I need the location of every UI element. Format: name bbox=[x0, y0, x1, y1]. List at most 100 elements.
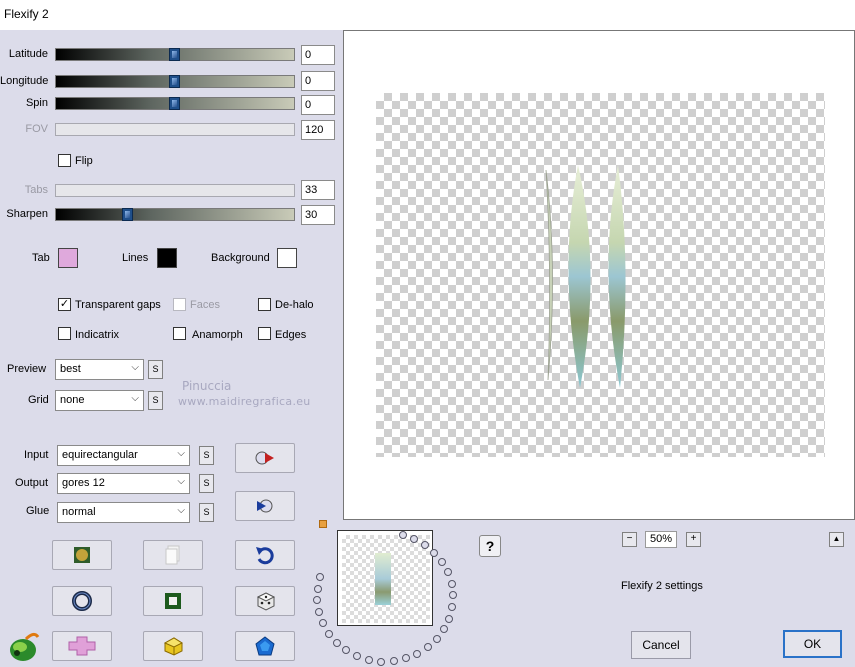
sharpen-slider[interactable] bbox=[55, 208, 295, 221]
rotation-dial-dot[interactable] bbox=[314, 608, 323, 617]
transparent-gaps-checkbox[interactable]: ✓ bbox=[58, 298, 71, 311]
sharpen-value[interactable]: 30 bbox=[301, 205, 335, 225]
rotation-dial-dot[interactable] bbox=[448, 591, 457, 600]
cancel-button[interactable]: Cancel bbox=[631, 631, 691, 659]
rotation-dial-dot[interactable] bbox=[342, 646, 351, 655]
preview-s-button[interactable]: S bbox=[148, 360, 163, 379]
output-select[interactable]: gores 12 ⌵ bbox=[57, 473, 190, 494]
spin-slider-thumb[interactable] bbox=[169, 97, 180, 110]
rotation-dial-dot[interactable] bbox=[420, 540, 429, 549]
rotation-dial-dot[interactable] bbox=[447, 579, 456, 588]
longitude-value[interactable]: 0 bbox=[301, 71, 335, 91]
load-image-button[interactable] bbox=[52, 540, 112, 570]
rotation-dial-dot[interactable] bbox=[413, 649, 422, 658]
chevron-down-icon: ⌵ bbox=[131, 393, 139, 404]
frame-button[interactable] bbox=[143, 586, 203, 616]
input-label: Input bbox=[24, 449, 49, 461]
rotation-dial-dot[interactable] bbox=[448, 603, 457, 612]
ring-button[interactable] bbox=[52, 586, 112, 616]
navigator-handle-icon[interactable] bbox=[319, 520, 327, 528]
rotation-dial-dot[interactable] bbox=[318, 619, 327, 628]
edges-checkbox[interactable] bbox=[258, 327, 271, 340]
preview-select[interactable]: best ⌵ bbox=[55, 359, 144, 380]
rotation-dial-dot[interactable] bbox=[443, 568, 452, 577]
collapse-button[interactable]: ▲ bbox=[829, 532, 844, 547]
navigator-thumbnail[interactable] bbox=[337, 530, 433, 626]
rotation-dial-dot[interactable] bbox=[353, 652, 362, 660]
rotation-dial-dot[interactable] bbox=[438, 557, 447, 566]
window-title: Flexify 2 bbox=[4, 7, 49, 21]
polyhedron-button[interactable] bbox=[235, 631, 295, 661]
rotation-dial-dot[interactable] bbox=[432, 634, 441, 643]
latitude-slider[interactable] bbox=[55, 48, 295, 61]
chevron-down-icon: ⌵ bbox=[177, 505, 185, 516]
fov-value[interactable]: 120 bbox=[301, 120, 335, 140]
rotation-dial-dot[interactable] bbox=[389, 657, 398, 666]
sharpen-slider-thumb[interactable] bbox=[122, 208, 133, 221]
tab-color-swatch[interactable] bbox=[58, 248, 78, 268]
flaming-pear-logo-icon bbox=[6, 629, 40, 666]
input-to-output-button[interactable] bbox=[235, 443, 295, 473]
copy-button[interactable] bbox=[143, 540, 203, 570]
fov-slider[interactable] bbox=[55, 123, 295, 136]
chevron-down-icon: ⌵ bbox=[177, 476, 185, 487]
latitude-slider-thumb[interactable] bbox=[169, 48, 180, 61]
rotation-dial-dot[interactable] bbox=[365, 655, 374, 664]
rotation-dial-dot[interactable] bbox=[445, 614, 454, 623]
input-s-button[interactable]: S bbox=[199, 446, 214, 465]
chevron-down-icon: ⌵ bbox=[131, 362, 139, 373]
rotation-dial-dot[interactable] bbox=[313, 596, 322, 605]
rotation-dial-dot[interactable] bbox=[313, 584, 322, 593]
anamorph-checkbox[interactable] bbox=[173, 327, 186, 340]
copy-icon bbox=[165, 545, 180, 565]
spin-value[interactable]: 0 bbox=[301, 95, 335, 115]
help-button[interactable]: ? bbox=[479, 535, 501, 557]
flip-checkbox[interactable] bbox=[58, 154, 71, 167]
tabs-value[interactable]: 33 bbox=[301, 180, 335, 200]
rotation-dial-dot[interactable] bbox=[410, 534, 419, 543]
dice-icon bbox=[256, 592, 276, 611]
longitude-slider[interactable] bbox=[55, 75, 295, 88]
rotation-dial-dot[interactable] bbox=[332, 638, 341, 647]
cube-button[interactable] bbox=[143, 631, 203, 661]
faces-label: Faces bbox=[190, 299, 220, 311]
output-s-button[interactable]: S bbox=[199, 474, 214, 493]
glue-s-button[interactable]: S bbox=[199, 503, 214, 522]
input-select[interactable]: equirectangular ⌵ bbox=[57, 445, 190, 466]
preview-label: Preview bbox=[7, 363, 47, 375]
lines-color-swatch[interactable] bbox=[157, 248, 177, 268]
rotation-dial-dot[interactable] bbox=[430, 548, 439, 557]
tab-color-label: Tab bbox=[32, 252, 50, 264]
preview-select-value: best bbox=[60, 363, 81, 375]
flip-label: Flip bbox=[75, 155, 93, 167]
ok-button[interactable]: OK bbox=[783, 630, 842, 658]
spin-slider[interactable] bbox=[55, 97, 295, 110]
random-button[interactable] bbox=[235, 586, 295, 616]
grid-select[interactable]: none ⌵ bbox=[55, 390, 144, 411]
longitude-slider-thumb[interactable] bbox=[169, 75, 180, 88]
glue-select[interactable]: normal ⌵ bbox=[57, 502, 190, 523]
sharpen-label: Sharpen bbox=[6, 208, 48, 220]
rotation-dial-dot[interactable] bbox=[398, 530, 407, 539]
longitude-label: Longitude bbox=[0, 75, 49, 87]
rotation-dial-dot[interactable] bbox=[324, 629, 333, 638]
latitude-value[interactable]: 0 bbox=[301, 45, 335, 65]
grid-s-button[interactable]: S bbox=[148, 391, 163, 410]
background-color-swatch[interactable] bbox=[277, 248, 297, 268]
rotation-dial-dot[interactable] bbox=[316, 573, 325, 582]
grid-label: Grid bbox=[28, 394, 49, 406]
de-halo-checkbox[interactable] bbox=[258, 298, 271, 311]
zoom-in-button[interactable]: + bbox=[686, 532, 701, 547]
undo-button[interactable] bbox=[235, 540, 295, 570]
zoom-out-button[interactable]: − bbox=[622, 532, 637, 547]
move-button[interactable] bbox=[52, 631, 112, 661]
rotation-dial-dot[interactable] bbox=[423, 643, 432, 652]
rotation-dial-dot[interactable] bbox=[377, 657, 386, 666]
output-to-input-button[interactable] bbox=[235, 491, 295, 521]
tabs-slider[interactable] bbox=[55, 184, 295, 197]
rotation-dial-dot[interactable] bbox=[439, 625, 448, 634]
faces-checkbox[interactable] bbox=[173, 298, 186, 311]
spin-label: Spin bbox=[25, 97, 48, 109]
indicatrix-checkbox[interactable] bbox=[58, 327, 71, 340]
rotation-dial-dot[interactable] bbox=[402, 654, 410, 663]
